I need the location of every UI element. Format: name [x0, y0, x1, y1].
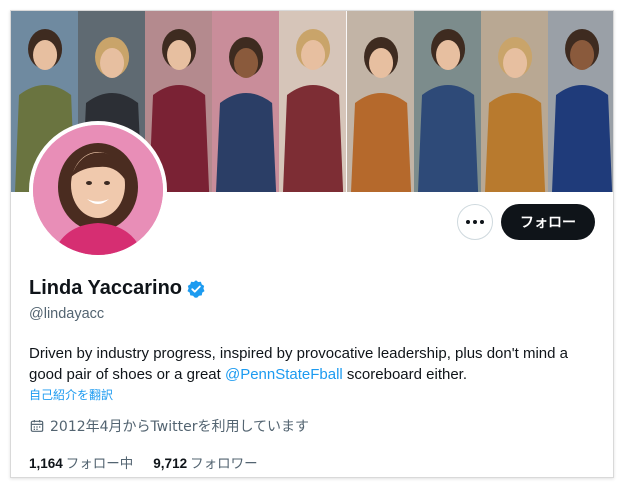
profile-card: フォロー Linda Yaccarino @lindayacc Driven b…	[10, 10, 614, 478]
more-button[interactable]	[457, 204, 493, 240]
profile-bio: Driven by industry progress, inspired by…	[29, 343, 604, 385]
follow-button[interactable]: フォロー	[501, 204, 595, 240]
verified-badge-icon[interactable]	[186, 279, 206, 299]
more-icon-dot	[473, 220, 477, 224]
follow-stats: 1,164 フォロー中 9,712 フォロワー	[29, 452, 278, 472]
avatar-photo	[33, 125, 163, 255]
following-count: 1,164	[29, 456, 63, 471]
user-handle: @lindayacc	[29, 306, 105, 322]
banner-panel	[346, 11, 414, 192]
banner-panel	[212, 11, 280, 192]
followers-link[interactable]: 9,712 フォロワー	[153, 452, 257, 472]
more-icon-dot	[480, 220, 484, 224]
calendar-icon	[30, 420, 44, 432]
bio-mention-link[interactable]: @PennStateFball	[225, 366, 343, 383]
join-date-text: 2012年4月からTwitterを利用しています	[50, 419, 310, 435]
display-name: Linda Yaccarino	[29, 277, 183, 299]
join-date: 2012年4月からTwitterを利用しています	[29, 416, 309, 436]
banner-panel	[547, 11, 613, 192]
more-icon	[466, 220, 470, 224]
banner-panel	[413, 11, 481, 192]
translate-bio-link[interactable]: 自己紹介を翻訳	[29, 386, 113, 403]
avatar[interactable]	[29, 121, 167, 259]
followers-label: フォロワー	[190, 456, 258, 472]
following-label: フォロー中	[65, 456, 134, 472]
followers-count: 9,712	[153, 456, 188, 471]
name-row: Linda Yaccarino	[29, 277, 206, 300]
banner-panel	[279, 11, 347, 192]
bio-text-end: scoreboard either.	[342, 366, 468, 383]
following-link[interactable]: 1,164 フォロー中	[29, 452, 133, 472]
banner-panel	[480, 11, 548, 192]
